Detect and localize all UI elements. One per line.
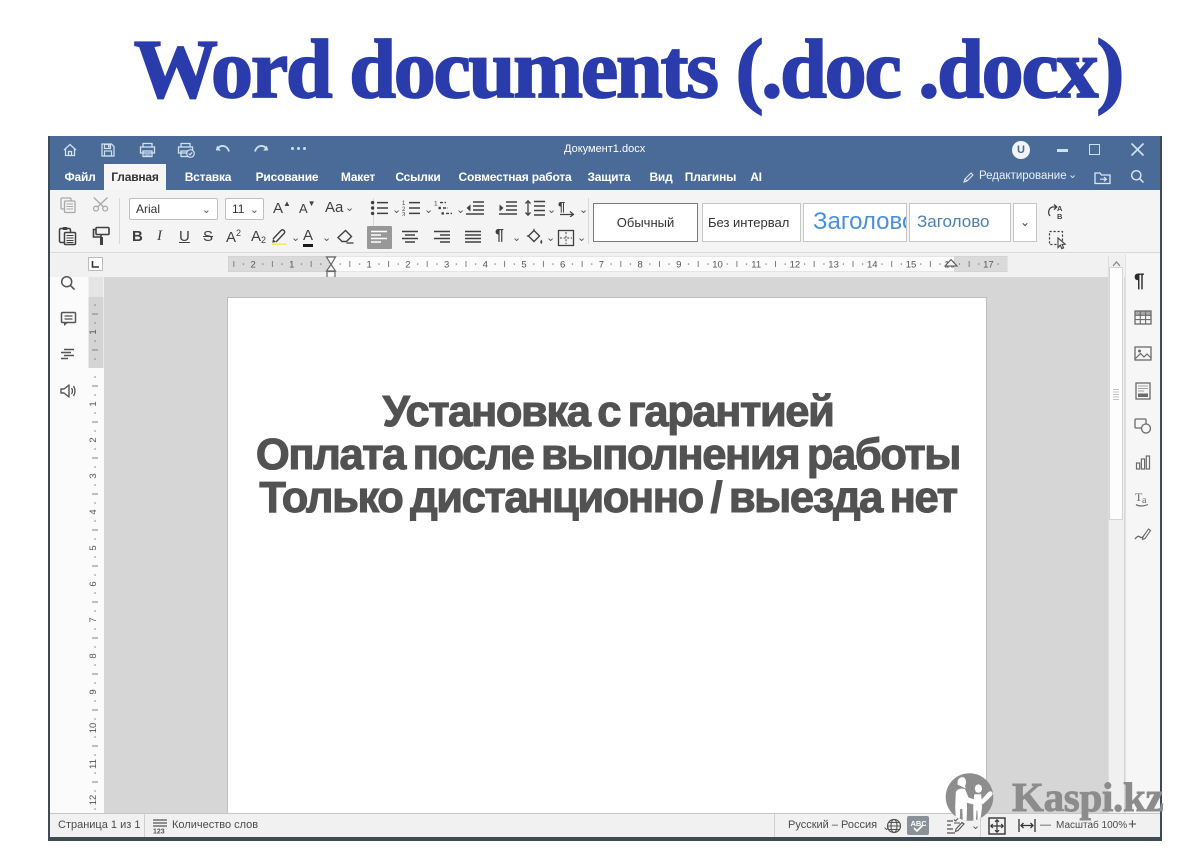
svg-text:6: 6 bbox=[88, 581, 99, 586]
svg-text:5: 5 bbox=[88, 545, 99, 550]
svg-text:12: 12 bbox=[790, 260, 801, 271]
svg-text:2: 2 bbox=[250, 260, 255, 271]
svg-text:6: 6 bbox=[560, 260, 565, 271]
svg-text:B: B bbox=[1057, 212, 1063, 221]
svg-text:5: 5 bbox=[521, 260, 526, 271]
svg-text:11: 11 bbox=[751, 260, 761, 271]
svg-text:17: 17 bbox=[983, 260, 994, 271]
svg-text:4: 4 bbox=[88, 509, 99, 514]
svg-text:2: 2 bbox=[405, 260, 410, 271]
svg-text:1: 1 bbox=[367, 260, 372, 271]
svg-text:1: 1 bbox=[434, 201, 438, 208]
svg-text:7: 7 bbox=[88, 617, 99, 622]
svg-text:12: 12 bbox=[88, 795, 99, 806]
svg-text:8: 8 bbox=[637, 260, 642, 271]
svg-text:15: 15 bbox=[906, 260, 917, 271]
svg-text:3: 3 bbox=[88, 473, 99, 478]
svg-text:10: 10 bbox=[712, 260, 723, 271]
svg-text:9: 9 bbox=[88, 689, 99, 694]
svg-text:123: 123 bbox=[153, 829, 165, 835]
svg-text:3: 3 bbox=[402, 213, 406, 217]
svg-text:10: 10 bbox=[88, 723, 99, 734]
svg-text:2: 2 bbox=[88, 437, 99, 442]
svg-text:13: 13 bbox=[828, 260, 839, 271]
svg-text:11: 11 bbox=[88, 759, 99, 769]
svg-text:8: 8 bbox=[88, 653, 99, 658]
svg-text:1: 1 bbox=[88, 401, 99, 406]
svg-text:4: 4 bbox=[483, 260, 488, 271]
svg-text:1: 1 bbox=[88, 329, 99, 334]
svg-text:¶: ¶ bbox=[558, 199, 565, 214]
svg-text:1: 1 bbox=[289, 260, 294, 271]
svg-text:9: 9 bbox=[676, 260, 681, 271]
svg-text:ABC: ABC bbox=[911, 819, 927, 828]
svg-text:14: 14 bbox=[867, 260, 878, 271]
svg-text:a: a bbox=[1142, 495, 1147, 506]
svg-text:7: 7 bbox=[599, 260, 604, 271]
svg-text:3: 3 bbox=[444, 260, 449, 271]
